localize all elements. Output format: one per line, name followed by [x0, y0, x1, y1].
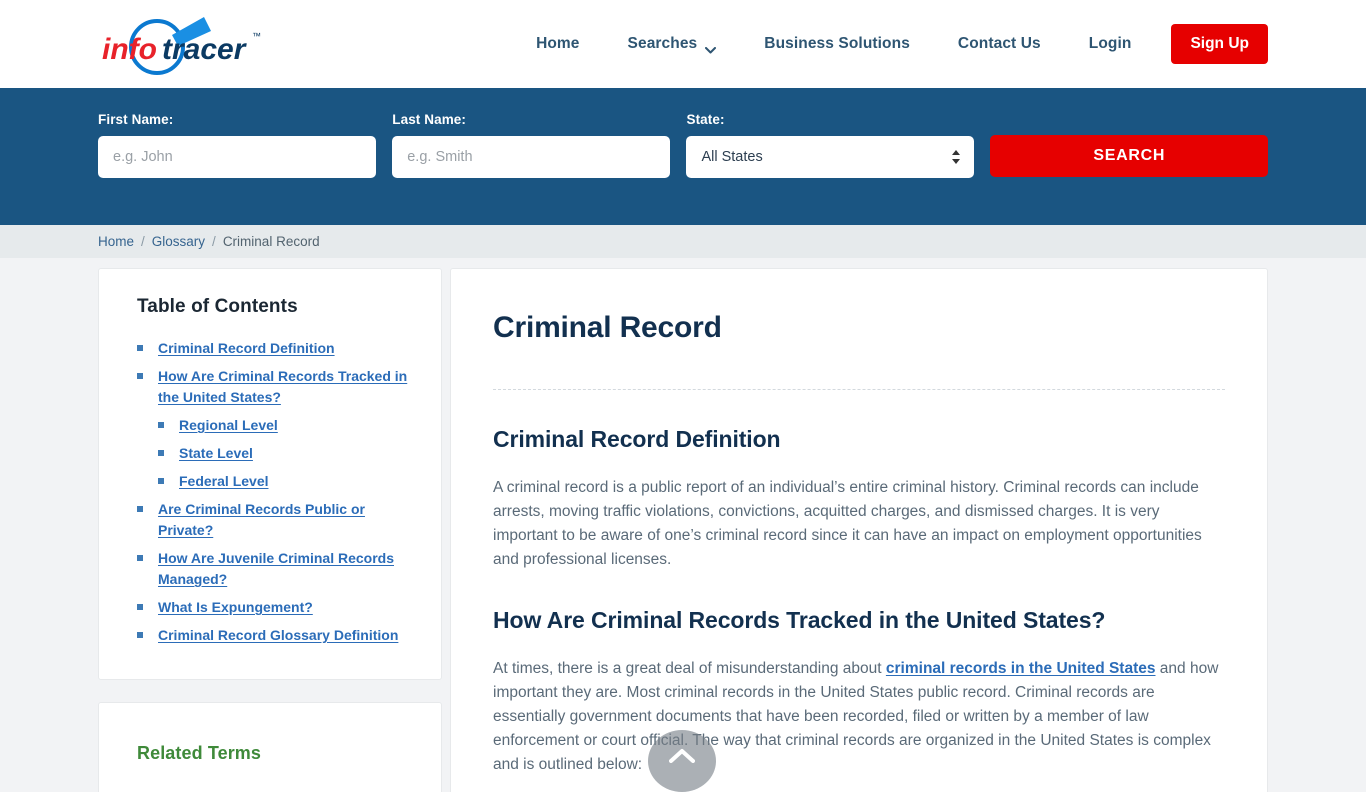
toc-subitem: Regional Level: [158, 415, 409, 436]
toc-link-regional-level[interactable]: Regional Level: [179, 417, 278, 433]
toc-item: How Are Criminal Records Tracked in the …: [137, 366, 409, 492]
section-paragraph: A criminal record is a public report of …: [493, 479, 1202, 568]
toc-item: Criminal Record Definition: [137, 338, 409, 359]
nav-item-login[interactable]: Login: [1065, 27, 1156, 61]
title-divider: [493, 389, 1225, 390]
state-select[interactable]: All States: [686, 136, 975, 178]
nav-item-label: Business Solutions: [764, 35, 910, 52]
paragraph-text-before-link: At times, there is a great deal of misun…: [493, 660, 886, 677]
nav-item-searches[interactable]: Searches: [604, 27, 741, 61]
infotracer-logo[interactable]: info tracer ™: [100, 13, 270, 75]
search-button[interactable]: SEARCH: [990, 135, 1268, 177]
toc-sublist: Regional Level State Level Federal Level: [158, 415, 409, 492]
svg-text:tracer: tracer: [162, 33, 248, 66]
last-name-label: Last Name:: [392, 112, 467, 127]
sidebar: Table of Contents Criminal Record Defini…: [98, 268, 442, 792]
section-paragraph: At times, there is a great deal of misun…: [493, 657, 1225, 777]
toc-subitem: State Level: [158, 443, 409, 464]
page-title: Criminal Record: [493, 311, 722, 344]
table-of-contents-card: Table of Contents Criminal Record Defini…: [98, 268, 442, 680]
sign-up-button[interactable]: Sign Up: [1171, 24, 1268, 64]
table-of-contents-list: Criminal Record Definition How Are Crimi…: [137, 338, 409, 646]
toc-link-what-is-expungement[interactable]: What Is Expungement?: [158, 599, 313, 615]
svg-text:™: ™: [252, 31, 261, 41]
nav-item-label: Contact Us: [957, 35, 1041, 52]
page-content: Table of Contents Criminal Record Defini…: [0, 258, 1366, 792]
toc-item: How Are Juvenile Criminal Records Manage…: [137, 548, 409, 590]
nav-item-label: Searches: [627, 35, 698, 52]
toc-link-criminal-record-definition[interactable]: Criminal Record Definition: [158, 340, 335, 356]
breadcrumb: Home / Glossary / Criminal Record: [0, 225, 1366, 258]
last-name-input[interactable]: [392, 136, 671, 178]
toc-link-criminal-record-glossary-definition[interactable]: Criminal Record Glossary Definition: [158, 627, 398, 643]
nav-item-label: Home: [536, 35, 580, 52]
state-label: State:: [686, 112, 725, 127]
chevron-up-icon: [669, 748, 695, 763]
state-field-group: State: All States: [686, 112, 975, 178]
inline-link-criminal-records-in-the-united-states[interactable]: criminal records in the United States: [886, 660, 1156, 677]
toc-link-how-are-criminal-records-tracked[interactable]: How Are Criminal Records Tracked in the …: [158, 368, 407, 405]
breadcrumb-item-glossary[interactable]: Glossary: [152, 234, 205, 249]
breadcrumb-separator: /: [141, 234, 145, 249]
section-heading-criminal-record-definition: Criminal Record Definition: [493, 426, 781, 452]
toc-link-how-are-juvenile-criminal-records-managed[interactable]: How Are Juvenile Criminal Records Manage…: [158, 550, 394, 587]
first-name-label: First Name:: [98, 112, 174, 127]
svg-text:info: info: [102, 33, 157, 66]
related-terms-card: Related Terms: [98, 702, 442, 792]
nav-item-label: Login: [1088, 35, 1132, 52]
toc-link-state-level[interactable]: State Level: [179, 445, 253, 461]
first-name-field-group: First Name:: [98, 112, 377, 178]
chevron-down-icon: [705, 41, 717, 53]
toc-item: What Is Expungement?: [137, 597, 409, 618]
people-search-bar: First Name: Last Name: State: All States…: [0, 88, 1366, 225]
first-name-input[interactable]: [98, 136, 377, 178]
breadcrumb-item-home[interactable]: Home: [98, 234, 134, 249]
nav-item-business-solutions[interactable]: Business Solutions: [740, 27, 934, 61]
section-heading-how-are-criminal-records-tracked: How Are Criminal Records Tracked in the …: [493, 607, 1106, 633]
toc-item: Are Criminal Records Public or Private?: [137, 499, 409, 541]
main-navigation: Home Searches Business Solutions Contact…: [512, 24, 1268, 64]
article: Criminal Record Criminal Record Definiti…: [450, 268, 1268, 792]
nav-item-home[interactable]: Home: [512, 27, 603, 61]
nav-item-contact-us[interactable]: Contact Us: [934, 27, 1065, 61]
scroll-to-top-button[interactable]: [648, 730, 716, 792]
site-header: info tracer ™ Home Searches Business Sol…: [0, 0, 1366, 88]
last-name-field-group: Last Name:: [392, 112, 671, 178]
breadcrumb-current: Criminal Record: [222, 234, 320, 249]
state-selected-value: All States: [701, 149, 763, 165]
related-terms-title: Related Terms: [137, 743, 262, 763]
breadcrumb-separator: /: [212, 234, 216, 249]
select-stepper-icon: [951, 149, 961, 165]
toc-item: Criminal Record Glossary Definition: [137, 625, 409, 646]
toc-subitem: Federal Level: [158, 471, 409, 492]
toc-link-federal-level[interactable]: Federal Level: [179, 473, 269, 489]
table-of-contents-title: Table of Contents: [137, 296, 298, 317]
toc-link-are-criminal-records-public-or-private[interactable]: Are Criminal Records Public or Private?: [158, 501, 365, 538]
